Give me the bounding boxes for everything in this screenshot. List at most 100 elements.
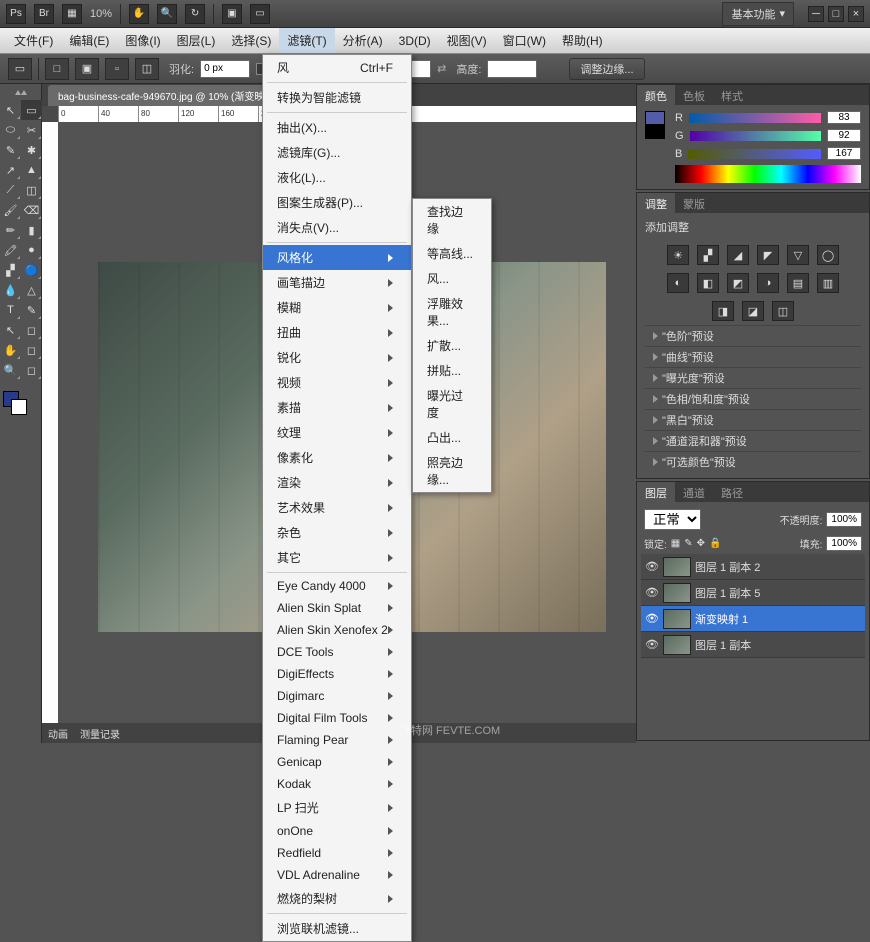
menu-item[interactable]: 风Ctrl+F: [263, 55, 411, 80]
menu-item[interactable]: Eye Candy 4000: [263, 575, 411, 597]
background-swatch[interactable]: [11, 399, 27, 415]
layer-row[interactable]: 👁图层 1 副本 2: [641, 554, 865, 580]
tool-19[interactable]: △: [21, 280, 42, 300]
tool-22[interactable]: ↖: [0, 320, 21, 340]
tab-animation[interactable]: 动画: [48, 726, 68, 741]
preset-row[interactable]: "黑白"预设: [645, 409, 861, 430]
preset-row[interactable]: "色相/饱和度"预设: [645, 388, 861, 409]
menu-item[interactable]: 艺术效果: [263, 495, 411, 520]
adjustment-icon-5[interactable]: ◯: [817, 245, 839, 265]
visibility-icon[interactable]: 👁: [645, 586, 659, 600]
layer-row[interactable]: 👁渐变映射 1: [641, 606, 865, 632]
visibility-icon[interactable]: 👁: [645, 612, 659, 626]
menu-item[interactable]: 燃烧的梨树: [263, 886, 411, 911]
menu-item[interactable]: 杂色: [263, 520, 411, 545]
tab-layers[interactable]: 图层: [637, 482, 675, 502]
menu-item[interactable]: DigiEffects: [263, 663, 411, 685]
tab-survey[interactable]: 测量记录: [80, 726, 120, 741]
submenu-item[interactable]: 等高线...: [413, 241, 491, 266]
menu-item[interactable]: 浏览联机滤镜...: [263, 916, 411, 941]
menu-item[interactable]: 纹理: [263, 420, 411, 445]
submenu-item[interactable]: 凸出...: [413, 425, 491, 450]
adjustment-icon-8[interactable]: ◩: [727, 273, 749, 293]
preset-row[interactable]: "通道混和器"预设: [645, 430, 861, 451]
tab-color[interactable]: 颜色: [637, 85, 675, 105]
arrange-icon[interactable]: ▣: [222, 4, 242, 24]
tab-swatches[interactable]: 色板: [675, 85, 713, 105]
menu-item[interactable]: 素描: [263, 395, 411, 420]
submenu-item[interactable]: 查找边缘: [413, 199, 491, 241]
menu-analysis[interactable]: 分析(A): [335, 28, 391, 53]
menu-edit[interactable]: 编辑(E): [61, 28, 117, 53]
menu-item[interactable]: 像素化: [263, 445, 411, 470]
submenu-item[interactable]: 曝光过度: [413, 383, 491, 425]
r-value[interactable]: 83: [827, 111, 861, 124]
menu-item[interactable]: 画笔描边: [263, 270, 411, 295]
swap-icon[interactable]: ⇄: [437, 62, 446, 75]
tool-21[interactable]: ✎: [21, 300, 42, 320]
tool-25[interactable]: ◻: [21, 340, 42, 360]
menu-window[interactable]: 窗口(W): [495, 28, 554, 53]
menu-help[interactable]: 帮助(H): [554, 28, 611, 53]
menu-view[interactable]: 视图(V): [439, 28, 495, 53]
feather-input[interactable]: [200, 60, 250, 78]
tab-styles[interactable]: 样式: [713, 85, 751, 105]
tool-8[interactable]: ⟋: [0, 180, 21, 200]
selection-sub-icon[interactable]: ▫: [105, 58, 129, 80]
blend-mode-select[interactable]: 正常: [644, 509, 701, 530]
tab-adjustments[interactable]: 调整: [637, 193, 675, 213]
lock-position-icon[interactable]: ✥: [697, 538, 705, 549]
tool-9[interactable]: ◫: [21, 180, 42, 200]
menu-filter[interactable]: 滤镜(T): [279, 28, 334, 53]
lock-all-icon[interactable]: 🔒: [709, 538, 721, 549]
preset-row[interactable]: "色阶"预设: [645, 325, 861, 346]
tool-0[interactable]: ↖: [0, 100, 21, 120]
tab-masks[interactable]: 蒙版: [675, 193, 713, 213]
menu-item[interactable]: 消失点(V)...: [263, 215, 411, 240]
tool-13[interactable]: ▮: [21, 220, 42, 240]
menu-file[interactable]: 文件(F): [6, 28, 61, 53]
selection-new-icon[interactable]: □: [45, 58, 69, 80]
preset-row[interactable]: "可选颜色"预设: [645, 451, 861, 472]
tool-5[interactable]: ✱: [21, 140, 42, 160]
menu-item[interactable]: 模糊: [263, 295, 411, 320]
adjustment-icon-6[interactable]: ◐: [667, 273, 689, 293]
height-input[interactable]: [487, 60, 537, 78]
menu-item[interactable]: Genicap: [263, 751, 411, 773]
menu-image[interactable]: 图像(I): [117, 28, 168, 53]
hand-tool-icon[interactable]: ✋: [129, 4, 149, 24]
zoom-readout[interactable]: 10%: [90, 8, 112, 20]
adjustment-icon-13[interactable]: ◪: [742, 301, 764, 321]
tool-6[interactable]: ↗: [0, 160, 21, 180]
menu-item[interactable]: Alien Skin Xenofex 2: [263, 619, 411, 641]
refine-edge-button[interactable]: 调整边缘...: [569, 58, 644, 80]
menu-item[interactable]: 图案生成器(P)...: [263, 190, 411, 215]
selection-intersect-icon[interactable]: ◫: [135, 58, 159, 80]
tool-20[interactable]: T: [0, 300, 21, 320]
tool-1[interactable]: ▭: [21, 100, 42, 120]
menu-item[interactable]: 扭曲: [263, 320, 411, 345]
document-tab[interactable]: bag-business-cafe-949670.jpg @ 10% (渐变映: [48, 85, 274, 106]
zoom-tool-icon[interactable]: 🔍: [157, 4, 177, 24]
visibility-icon[interactable]: 👁: [645, 638, 659, 652]
menu-item[interactable]: Flaming Pear: [263, 729, 411, 751]
tool-14[interactable]: 🖍: [0, 240, 21, 260]
fg-color-box[interactable]: [645, 111, 665, 125]
submenu-item[interactable]: 浮雕效果...: [413, 291, 491, 333]
menu-item[interactable]: 其它: [263, 545, 411, 570]
tool-11[interactable]: ⌫: [21, 200, 42, 220]
tool-12[interactable]: ✏: [0, 220, 21, 240]
menu-item[interactable]: Kodak: [263, 773, 411, 795]
lock-transparent-icon[interactable]: ▦: [671, 538, 680, 549]
menu-layer[interactable]: 图层(L): [169, 28, 224, 53]
menu-item[interactable]: Digital Film Tools: [263, 707, 411, 729]
tool-26[interactable]: 🔍: [0, 360, 21, 380]
menu-item[interactable]: 滤镜库(G)...: [263, 140, 411, 165]
tool-17[interactable]: 🔵: [21, 260, 42, 280]
preset-row[interactable]: "曝光度"预设: [645, 367, 861, 388]
tool-27[interactable]: ◻: [21, 360, 42, 380]
menu-item[interactable]: 转换为智能滤镜: [263, 85, 411, 110]
menu-item[interactable]: 渲染: [263, 470, 411, 495]
opacity-value[interactable]: 100%: [826, 512, 862, 527]
tab-channels[interactable]: 通道: [675, 482, 713, 502]
